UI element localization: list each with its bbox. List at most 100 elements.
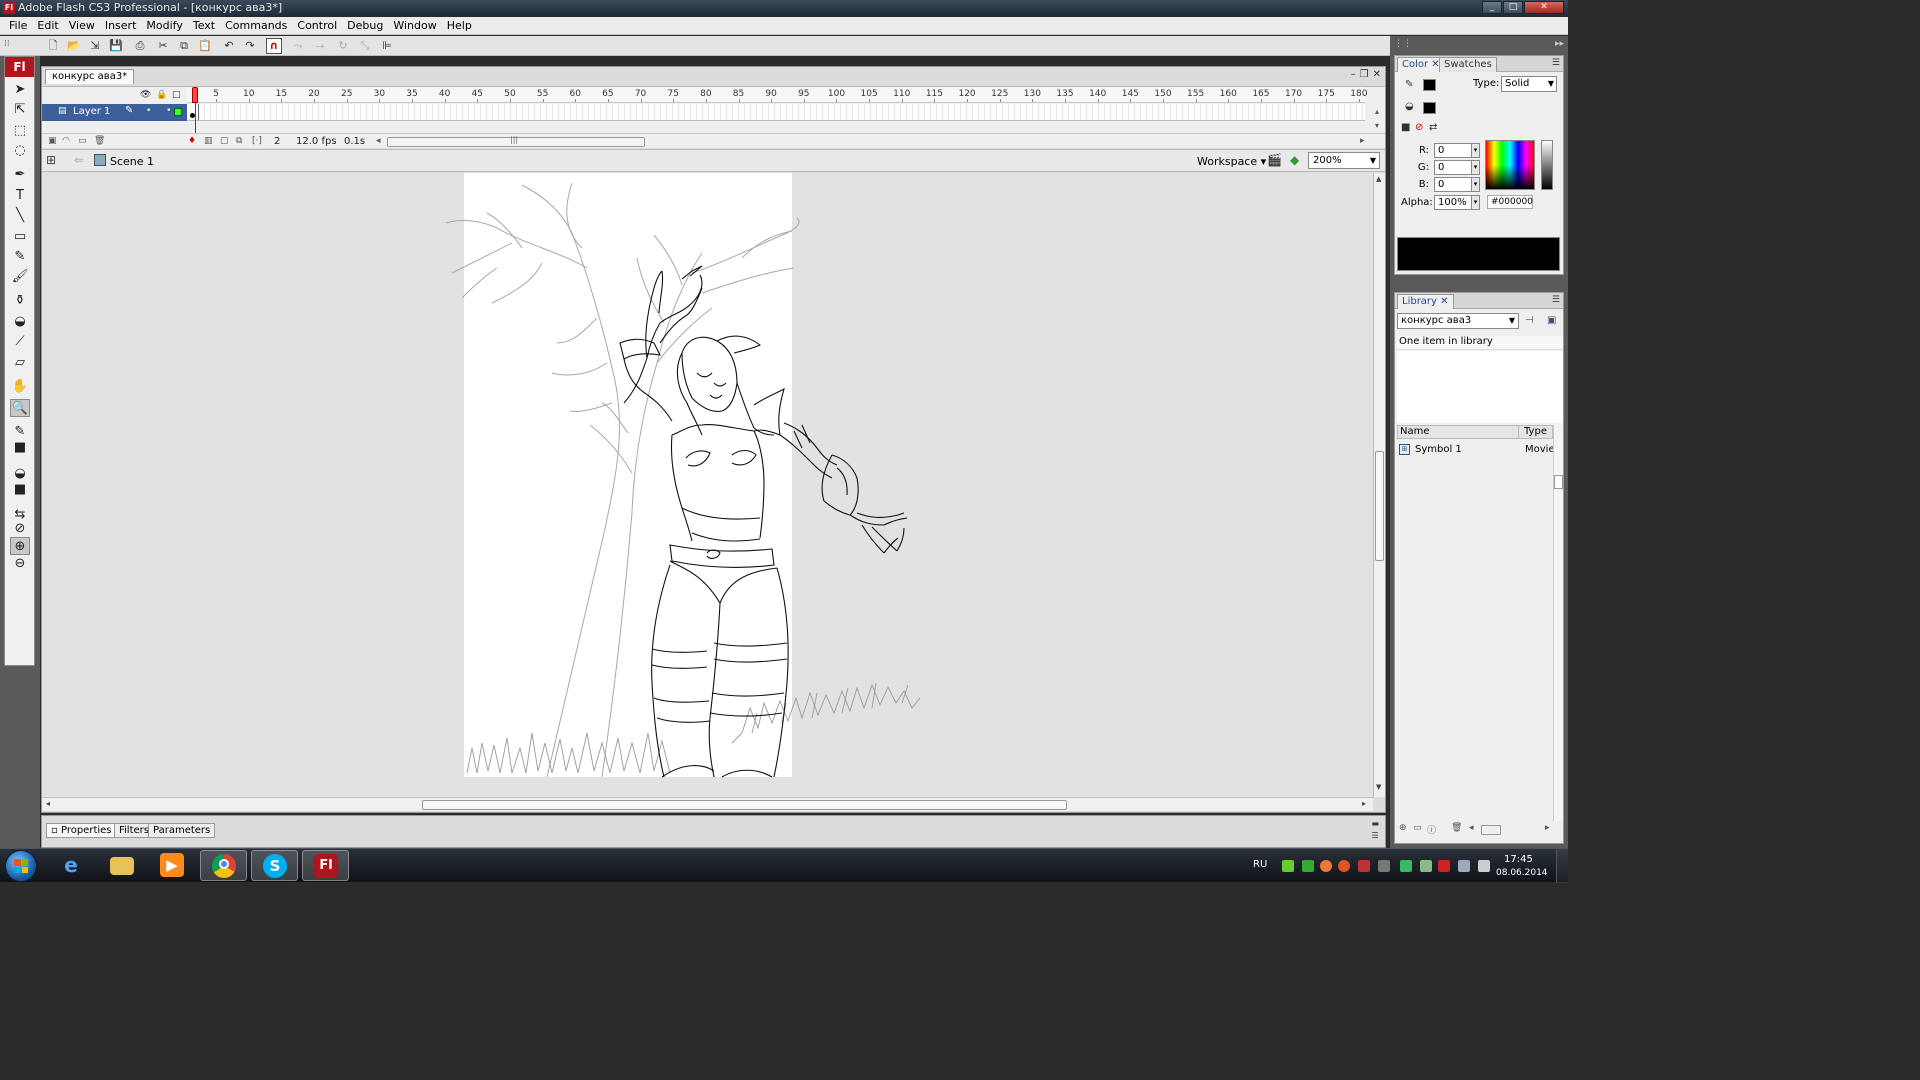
tray-app-icon[interactable]	[1338, 860, 1350, 872]
action-center-icon[interactable]	[1438, 860, 1450, 872]
line-tool-icon[interactable]: ╲	[10, 207, 30, 225]
layer-visibility-dots[interactable]: • •	[146, 106, 177, 116]
modify-onion-markers-icon[interactable]: [·]	[252, 136, 262, 146]
new-symbol-icon[interactable]: ⊕	[1399, 823, 1407, 833]
column-name[interactable]: Name	[1400, 426, 1430, 437]
scroll-left-icon[interactable]: ◂	[376, 136, 381, 146]
align-icon[interactable]: ⊫	[379, 38, 395, 54]
timeline-scrollbar[interactable]: |||	[387, 135, 645, 147]
playhead[interactable]	[192, 87, 198, 103]
brush-tool-icon[interactable]: 🖌	[10, 268, 30, 286]
scroll-left-icon[interactable]: ◂	[46, 799, 50, 808]
internet-explorer-icon[interactable]: e	[48, 850, 95, 881]
no-color-icon[interactable]: ⊘	[1415, 122, 1423, 133]
layer-row-layer-1[interactable]: ▤ Layer 1 ✎ • •	[42, 104, 187, 121]
chrome-icon[interactable]	[200, 850, 247, 881]
default-colors-icon[interactable]: ■	[1401, 122, 1410, 133]
fill-color-swatch[interactable]	[1423, 102, 1436, 114]
fill-swatch-icon[interactable]: ■	[10, 481, 30, 499]
alpha-input[interactable]: 100%	[1434, 195, 1472, 210]
panel-menu-icon[interactable]: ☰	[1552, 295, 1560, 305]
layer-outline-color[interactable]	[174, 108, 182, 116]
subselection-tool-icon[interactable]: ⇱	[10, 101, 30, 119]
scroll-left-icon[interactable]: ◂	[1469, 823, 1474, 833]
red-input[interactable]: 0	[1434, 143, 1472, 158]
timeline-toggle-icon[interactable]: ⊞	[46, 153, 56, 167]
clock-date[interactable]: 08.06.2014	[1496, 868, 1548, 878]
panel-menu-icon[interactable]: ☰	[1552, 58, 1560, 68]
column-type[interactable]: Type	[1524, 426, 1547, 437]
paint-bucket-tool-icon[interactable]: ◒	[10, 313, 30, 331]
doc-minimize-button[interactable]: –	[1351, 69, 1356, 80]
flash-icon[interactable]: Fl	[302, 850, 349, 881]
delete-layer-icon[interactable]: 🗑	[94, 136, 105, 146]
menu-help[interactable]: Help	[442, 17, 477, 35]
scale-icon[interactable]: ⤡	[357, 38, 373, 54]
eraser-tool-icon[interactable]: ▱	[10, 354, 30, 372]
workspace-menu[interactable]: Workspace ▾	[1197, 155, 1266, 168]
menu-text[interactable]: Text	[188, 17, 220, 35]
menu-modify[interactable]: Modify	[141, 17, 187, 35]
pin-library-icon[interactable]: ⊣	[1525, 315, 1534, 326]
collapse-panel-icon[interactable]: ▸▸	[1555, 39, 1564, 49]
cut-icon[interactable]: ✂	[155, 38, 171, 54]
menu-control[interactable]: Control	[292, 17, 342, 35]
tray-app-icon[interactable]	[1358, 860, 1370, 872]
paste-icon[interactable]: 📋	[197, 38, 213, 54]
panel-collapse-icon[interactable]: ▬ ☰	[1371, 818, 1379, 842]
scrollbar-thumb[interactable]	[1554, 475, 1563, 489]
new-icon[interactable]: 🗋	[45, 38, 61, 54]
nvidia-icon[interactable]	[1400, 860, 1412, 872]
show-desktop-button[interactable]	[1556, 849, 1568, 883]
copy-icon[interactable]: ⧉	[176, 38, 192, 54]
minimize-button[interactable]: _	[1482, 1, 1502, 14]
new-library-panel-icon[interactable]: ▣	[1547, 315, 1556, 326]
scrollbar-thumb[interactable]	[1375, 451, 1384, 561]
selection-tool-icon[interactable]: ➤	[10, 81, 30, 99]
properties-icon[interactable]: ⓘ	[1427, 823, 1436, 836]
open-icon[interactable]: 📂	[66, 38, 82, 54]
zoom-tool-icon[interactable]: 🔍	[10, 399, 30, 417]
close-icon[interactable]: ✕	[1440, 296, 1448, 307]
frame-ruler[interactable]: 5 10 15 20 25 30 35 40 45 50 55 60 65 70 75 80 85 90 95 100…	[187, 87, 1367, 103]
onion-outlines-icon[interactable]: ▢	[220, 136, 229, 146]
menu-commands[interactable]: Commands	[220, 17, 292, 35]
pencil-tool-icon[interactable]: ✎	[10, 248, 30, 266]
doc-close-button[interactable]: ✕	[1373, 69, 1381, 80]
windows-explorer-icon[interactable]	[99, 850, 146, 881]
brightness-slider[interactable]	[1541, 140, 1553, 190]
scroll-right-icon[interactable]: ▸	[1545, 823, 1550, 833]
tray-app-icon[interactable]	[1320, 860, 1332, 872]
menu-debug[interactable]: Debug	[342, 17, 388, 35]
skype-icon[interactable]: S	[251, 850, 298, 881]
green-input[interactable]: 0	[1434, 160, 1472, 175]
start-button[interactable]	[5, 850, 37, 882]
tray-app-icon[interactable]	[1378, 860, 1390, 872]
tray-app-icon[interactable]	[1302, 860, 1314, 872]
no-color-icon[interactable]: ⊘	[10, 520, 30, 538]
insert-folder-icon[interactable]: ▭	[78, 136, 87, 146]
scroll-down-icon[interactable]: ▼	[1376, 783, 1381, 791]
document-tab[interactable]: конкурс ава3*	[45, 69, 135, 84]
language-indicator[interactable]: RU	[1253, 859, 1267, 870]
stage-horizontal-scrollbar[interactable]: ◂ ▸	[42, 797, 1373, 811]
redo-icon[interactable]: ↷	[242, 38, 258, 54]
outline-icon[interactable]: □	[172, 90, 181, 100]
scroll-right-icon[interactable]: ▸	[1362, 799, 1366, 808]
print-icon[interactable]: ⎙	[132, 38, 148, 54]
free-transform-tool-icon[interactable]: ⬚	[10, 122, 30, 140]
tray-app-icon[interactable]	[1282, 860, 1294, 872]
tab-parameters[interactable]: Parameters	[148, 823, 216, 838]
delete-icon[interactable]: 🗑	[1451, 823, 1462, 833]
hex-input[interactable]: #000000	[1487, 195, 1533, 209]
frame-rate[interactable]: 12.0 fps	[296, 136, 337, 147]
blue-input[interactable]: 0	[1434, 177, 1472, 192]
snap-magnet-icon[interactable]: ∩	[266, 38, 282, 54]
green-spinner[interactable]: ▾	[1471, 160, 1480, 175]
scroll-right-icon[interactable]: ▸	[1360, 136, 1365, 146]
menu-edit[interactable]: Edit	[32, 17, 63, 35]
blue-spinner[interactable]: ▾	[1471, 177, 1480, 192]
menu-insert[interactable]: Insert	[100, 17, 142, 35]
edit-symbols-icon[interactable]: ◆	[1290, 153, 1299, 167]
lock-icon[interactable]: 🔒	[156, 90, 167, 100]
